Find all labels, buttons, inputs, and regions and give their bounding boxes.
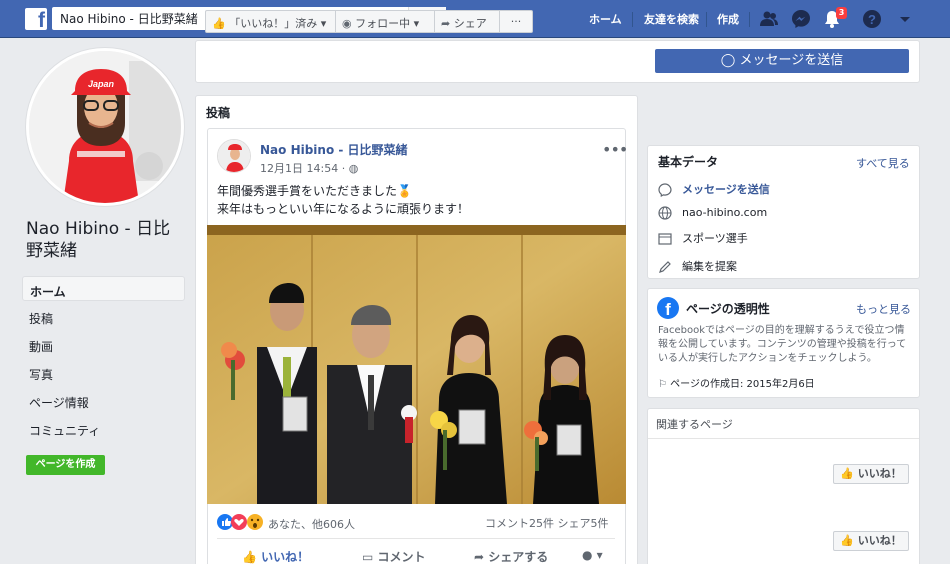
post-timestamp[interactable]: 12月1日 14:54 · ◍ xyxy=(260,160,358,176)
following-button[interactable]: ◉ フォロー中 ▾ xyxy=(335,10,435,33)
svg-text:?: ? xyxy=(868,12,876,27)
messenger-icon[interactable] xyxy=(791,9,811,29)
send-message-button[interactable]: ◯ メッセージを送信 xyxy=(655,49,909,73)
share-count: シェア5件 xyxy=(557,517,609,530)
post-text: 年間優秀選手賞をいただきました🏅 来年はもっといい年になるように頑張ります！ xyxy=(217,182,617,218)
about-row-label: スポーツ選手 xyxy=(682,232,748,245)
thumbs-up-icon: 👍 xyxy=(212,17,226,30)
post-share-button[interactable]: ➦ シェアする xyxy=(474,548,548,564)
rss-icon: ◉ xyxy=(342,17,352,30)
cap-text: Japan xyxy=(88,79,115,89)
following-button-label: フォロー中 xyxy=(355,17,411,30)
post-photo[interactable] xyxy=(207,225,626,504)
post-comment-button[interactable]: ▭ コメント xyxy=(362,548,426,564)
divider xyxy=(217,538,615,539)
post-like-button[interactable]: 👍 いいね！ xyxy=(242,548,309,564)
related-like-button[interactable]: 👍 いいね！ xyxy=(833,464,909,484)
nav-find-friends-link[interactable]: 友達を検索 xyxy=(644,11,699,27)
page-name-heading: Nao Hibino - 日比野菜緒 xyxy=(26,219,171,261)
nav-home-link[interactable]: ホーム xyxy=(589,11,622,27)
facebook-logo-icon[interactable]: f xyxy=(25,8,47,32)
nav-create-link[interactable]: 作成 xyxy=(717,11,739,27)
thumbs-up-icon: 👍 xyxy=(242,550,257,564)
post-options-button[interactable]: ••• xyxy=(602,140,628,159)
transparency-title: ページの透明性 xyxy=(686,302,770,316)
about-see-all-link[interactable]: すべて見る xyxy=(856,155,910,171)
related-like-label: いいね！ xyxy=(857,467,902,480)
about-title: 基本データ xyxy=(658,155,719,169)
page-created-date: ⚐ ページの作成日: 2015年2月6日 xyxy=(658,375,815,390)
post-time-text: 12月1日 14:54 · xyxy=(260,162,349,175)
share-page-button[interactable]: ➦ シェア xyxy=(434,10,500,33)
liked-button-label: 「いいね！」済み xyxy=(229,17,318,30)
post-like-label: いいね！ xyxy=(261,550,310,564)
post-author-avatar[interactable] xyxy=(217,139,251,173)
nav-divider xyxy=(632,12,633,27)
transparency-more-link[interactable]: もっと見る xyxy=(856,301,911,317)
related-like-label: いいね！ xyxy=(857,534,902,547)
about-send-message-row[interactable]: メッセージを送信 xyxy=(658,181,770,197)
category-icon xyxy=(658,233,672,245)
sidebar-item-community[interactable]: コミュニティ xyxy=(22,416,185,441)
facebook-circle-icon: f xyxy=(657,297,679,319)
comment-bubble-icon: ▭ xyxy=(362,550,374,564)
liked-button[interactable]: 👍 「いいね！」済み ▾ xyxy=(205,10,336,33)
divider xyxy=(648,438,919,439)
caret-down-icon: ▾ xyxy=(596,548,603,562)
help-icon[interactable]: ? xyxy=(862,9,882,29)
about-row-label: 編集を提案 xyxy=(682,260,737,273)
send-message-label: メッセージを送信 xyxy=(739,53,844,68)
related-pages-title: 関連するページ xyxy=(656,418,733,431)
messenger-icon: ◯ xyxy=(720,53,736,68)
create-page-button[interactable]: ページを作成 xyxy=(26,455,105,475)
comment-count: コメント25件 xyxy=(485,517,554,530)
page-profile-picture[interactable]: Japan xyxy=(26,48,184,206)
avatar-mini-icon: ● xyxy=(582,548,593,562)
about-row-label: nao-hibino.com xyxy=(682,206,768,219)
share-arrow-icon: ➦ xyxy=(441,17,451,30)
transparency-description: Facebookではページの目的を理解するうえで役立つ情報を公開しています。コン… xyxy=(658,325,907,364)
sidebar-item-posts[interactable]: 投稿 xyxy=(22,304,185,329)
messenger-icon xyxy=(658,183,672,197)
sidebar-item-videos[interactable]: 動画 xyxy=(22,332,185,357)
account-menu-caret-down-icon[interactable] xyxy=(895,9,915,29)
share-arrow-icon: ➦ xyxy=(474,550,485,564)
more-options-button[interactable]: ··· xyxy=(499,10,533,33)
caret-down-icon: ▾ xyxy=(413,17,420,30)
post-text-line: 年間優秀選手賞をいただきました🏅 xyxy=(217,184,412,198)
nav-divider xyxy=(706,12,707,27)
logo-letter: f xyxy=(38,9,45,32)
reaction-icons xyxy=(217,514,263,530)
related-like-button[interactable]: 👍 いいね！ xyxy=(833,531,909,551)
flag-icon: ⚐ xyxy=(658,379,667,390)
share-page-button-label: シェア xyxy=(453,17,487,30)
post-text-line: 来年はもっといい年になるように頑張ります！ xyxy=(217,202,470,216)
friends-icon[interactable] xyxy=(759,9,779,29)
pencil-icon xyxy=(659,261,671,273)
caret-down-icon: ▾ xyxy=(320,17,327,30)
post-share-label: シェアする xyxy=(488,550,549,564)
post-as-selector[interactable]: ● ▾ xyxy=(582,548,603,562)
globe-icon xyxy=(658,206,672,220)
posts-heading: 投稿 xyxy=(206,106,231,120)
thumbs-up-icon: 👍 xyxy=(840,467,854,480)
post-comment-label: コメント xyxy=(377,550,426,564)
notification-count-badge: 3 xyxy=(836,7,847,19)
reaction-names[interactable]: あなた、他606人 xyxy=(268,516,355,532)
page-created-text: ページの作成日: 2015年2月6日 xyxy=(670,379,815,390)
about-row-label: メッセージを送信 xyxy=(682,183,770,196)
sidebar-item-home[interactable]: ホーム xyxy=(22,276,185,301)
globe-icon: ◍ xyxy=(348,162,359,175)
about-category-row[interactable]: スポーツ選手 xyxy=(658,230,748,246)
more-dots-icon: ··· xyxy=(510,15,522,28)
nav-divider xyxy=(749,12,750,27)
thumbs-up-icon: 👍 xyxy=(840,534,854,547)
about-website-row[interactable]: nao-hibino.com xyxy=(658,206,767,220)
sidebar-item-photos[interactable]: 写真 xyxy=(22,360,185,385)
post-author-name[interactable]: Nao Hibino - 日比野菜緒 xyxy=(260,141,408,158)
about-suggest-edit-row[interactable]: 編集を提案 xyxy=(658,258,737,274)
avatar-photo: Japan xyxy=(29,51,181,203)
sidebar-item-page-info[interactable]: ページ情報 xyxy=(22,388,185,413)
comment-share-counts[interactable]: コメント25件 シェア5件 xyxy=(485,515,609,531)
